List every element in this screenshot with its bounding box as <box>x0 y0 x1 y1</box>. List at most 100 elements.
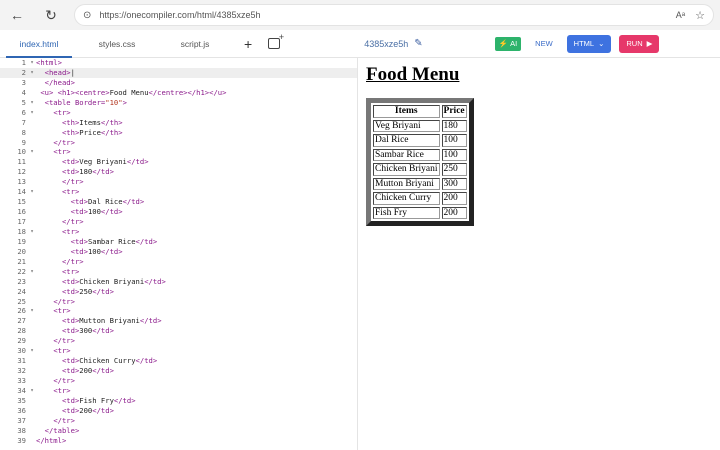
code-text: <tr> <box>61 187 80 197</box>
fold-toggle-icon[interactable]: ▾ <box>28 386 36 396</box>
fold-toggle-icon[interactable]: ▾ <box>28 147 36 157</box>
new-button[interactable]: NEW <box>535 39 553 48</box>
line-number: 21 <box>17 256 26 266</box>
fold-toggle-icon[interactable]: ▾ <box>28 108 36 118</box>
line-number: 28 <box>17 326 26 336</box>
fold-toggle-icon <box>28 316 36 326</box>
code-line[interactable]: 20 <td>100</td> <box>0 247 357 257</box>
code-line[interactable]: 11 <td>Veg Briyani</td> <box>0 157 357 167</box>
code-line[interactable]: 29 </tr> <box>0 336 357 346</box>
code-line[interactable]: 31 <td>Chicken Curry</td> <box>0 356 357 366</box>
upload-image-icon[interactable] <box>268 32 284 49</box>
code-line[interactable]: 39 </html> <box>0 436 357 446</box>
code-line[interactable]: 4 <u> <h1><centre>Food Menu</centre></h1… <box>0 88 357 98</box>
item-cell: Chicken Curry <box>373 192 440 205</box>
code-line[interactable]: 22 ▾ <tr> <box>0 267 357 277</box>
price-cell: 100 <box>441 134 467 147</box>
fold-toggle-icon <box>28 118 36 128</box>
line-number: 33 <box>17 376 26 385</box>
code-line[interactable]: 5 ▾ <table Border="10"> <box>0 98 357 108</box>
code-line[interactable]: 14 ▾ <tr> <box>0 187 357 197</box>
fold-toggle-icon <box>28 416 36 426</box>
code-line[interactable]: 3 </head> <box>0 78 357 88</box>
fold-toggle-icon[interactable]: ▾ <box>28 306 36 316</box>
site-info-icon[interactable]: ⊙ <box>83 10 91 21</box>
fold-toggle-icon <box>28 197 36 207</box>
output-preview: Food Menu Items Price Veg Briyani 180 Dal … <box>359 58 720 450</box>
url-text: https://onecompiler.com/html/4385xze5h <box>99 10 261 20</box>
line-number: 1 <box>21 58 26 67</box>
code-line[interactable]: 2 ▾ <head>| <box>0 67 357 78</box>
code-text: <td>Fish Fry</td> <box>61 395 136 405</box>
fold-toggle-icon <box>28 376 36 386</box>
code-line[interactable]: 7 <th>Items</th> <box>0 118 357 128</box>
code-line[interactable]: 35 <td>Fish Fry</td> <box>0 396 357 406</box>
line-number: 20 <box>17 246 26 256</box>
code-line[interactable]: 8 <th>Price</th> <box>0 128 357 138</box>
reload-icon[interactable]: ↻ <box>40 4 62 26</box>
code-line[interactable]: 32 <td>200</td> <box>0 366 357 376</box>
code-line[interactable]: 17 </tr> <box>0 217 357 227</box>
tab-script-js[interactable]: script.js <box>156 30 234 58</box>
code-line[interactable]: 12 <td>180</td> <box>0 167 357 177</box>
code-line[interactable]: 15 <td>Dal Rice</td> <box>0 197 357 207</box>
line-number: 23 <box>17 276 26 286</box>
code-line[interactable]: 13 </tr> <box>0 177 357 187</box>
code-line[interactable]: 19 <td>Sambar Rice</td> <box>0 237 357 247</box>
code-line[interactable]: 6 ▾ <tr> <box>0 108 357 118</box>
code-text: <td>200</td> <box>61 405 114 415</box>
favorite-star-icon[interactable]: ☆ <box>695 9 705 22</box>
code-line[interactable]: 21 </tr> <box>0 257 357 267</box>
fold-toggle-icon[interactable]: ▾ <box>28 68 36 78</box>
code-line[interactable]: 9 </tr> <box>0 138 357 148</box>
code-text: <tr> <box>53 385 71 395</box>
back-arrow-icon[interactable]: ← <box>6 4 28 26</box>
code-line[interactable]: 30 ▾ <tr> <box>0 346 357 356</box>
tab-index-html[interactable]: index.html <box>0 30 78 58</box>
code-text: </tr> <box>61 177 84 187</box>
code-text: <tr> <box>53 107 71 117</box>
tab-styles-css[interactable]: styles.css <box>78 30 156 58</box>
fold-toggle-icon[interactable]: ▾ <box>28 58 36 68</box>
code-line[interactable]: 36 <td>200</td> <box>0 406 357 416</box>
code-editor[interactable]: 1 ▾ <html> 2 ▾ <head>| 3 </head> 4 <u> <h1><ce… <box>0 58 358 450</box>
code-text: </tr> <box>53 137 75 147</box>
edit-pencil-icon[interactable]: ✎ <box>414 38 422 49</box>
code-line[interactable]: 37 </tr> <box>0 416 357 426</box>
read-aloud-icon[interactable]: Aᵃ <box>676 10 685 20</box>
fold-toggle-icon <box>28 336 36 346</box>
fold-toggle-icon[interactable]: ▾ <box>28 227 36 237</box>
code-text: <td>Dal Rice</td> <box>70 197 145 207</box>
language-select[interactable]: HTML ⌄ <box>566 34 612 53</box>
line-number: 29 <box>17 336 26 346</box>
fold-toggle-icon <box>28 217 36 227</box>
code-line[interactable]: 28 <td>300</td> <box>0 326 357 336</box>
code-line[interactable]: 10 ▾ <tr> <box>0 147 357 157</box>
fold-toggle-icon <box>28 406 36 416</box>
fold-toggle-icon[interactable]: ▾ <box>28 346 36 356</box>
code-line[interactable]: 23 <td>Chicken Briyani</td> <box>0 277 357 287</box>
fold-toggle-icon <box>28 138 36 148</box>
fold-toggle-icon[interactable]: ▾ <box>28 187 36 197</box>
run-button[interactable]: RUN ▶ <box>619 34 660 53</box>
code-line[interactable]: 38 </table> <box>0 426 357 436</box>
code-line[interactable]: 27 <td>Mutton Briyani</td> <box>0 316 357 326</box>
line-number: 25 <box>17 296 26 306</box>
line-number: 11 <box>17 157 26 167</box>
code-line[interactable]: 26 ▾ <tr> <box>0 306 357 316</box>
code-line[interactable]: 24 <td>250</td> <box>0 287 357 297</box>
code-line[interactable]: 18 ▾ <tr> <box>0 227 357 237</box>
line-number: 36 <box>17 405 26 415</box>
fold-toggle-icon[interactable]: ▾ <box>28 98 36 108</box>
code-line[interactable]: 16 <td>100</td> <box>0 207 357 217</box>
add-file-icon[interactable]: + <box>244 36 252 52</box>
code-line[interactable]: 25 </tr> <box>0 297 357 307</box>
code-line[interactable]: 34 ▾ <tr> <box>0 386 357 396</box>
line-number: 17 <box>17 217 26 226</box>
food-menu-table: Items Price Veg Briyani 180 Dal Rice 100 Sam… <box>366 98 474 226</box>
code-line[interactable]: 33 </tr> <box>0 376 357 386</box>
fold-toggle-icon[interactable]: ▾ <box>28 267 36 277</box>
address-bar[interactable]: ⊙ https://onecompiler.com/html/4385xze5h… <box>74 4 714 26</box>
code-line[interactable]: 1 ▾ <html> <box>0 58 357 68</box>
ai-button[interactable]: ⚡ AI <box>494 36 522 51</box>
